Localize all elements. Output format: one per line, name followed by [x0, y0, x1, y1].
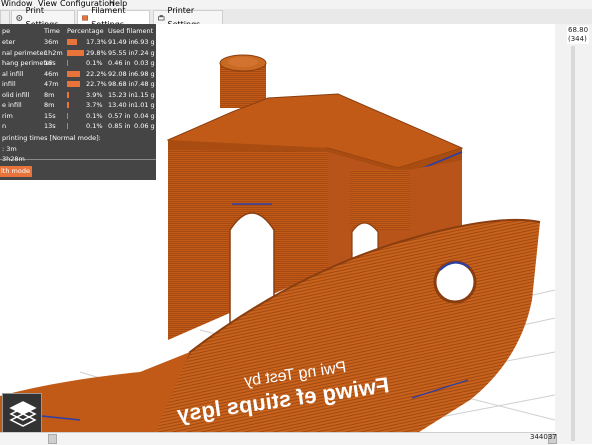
legend-row-length: 0.57 in [108, 111, 131, 120]
legend-row-weight: 0.04 g [134, 111, 155, 120]
legend-row-time: 1h2m [44, 48, 63, 57]
tab-printer-settings[interactable]: Printer Settings [153, 6, 223, 29]
legend-row: al infill 46m 22.2% 92.08 in 6.98 g [0, 69, 156, 79]
legend-row-length: 91.49 in [108, 38, 135, 46]
layer-top-index: (344) [568, 35, 587, 43]
legend-row-time: 47m [44, 80, 59, 88]
layer-slider-track[interactable] [571, 46, 575, 441]
legend-row-weight: 0.06 g [134, 122, 155, 130]
layer-top-value: 68.80 [568, 26, 589, 34]
legend-header-time: Time [44, 27, 60, 35]
move-slider-handle-left[interactable] [48, 434, 57, 444]
legend-row-time: 8m [44, 90, 55, 99]
legend-row-weight: 6.98 g [134, 69, 155, 78]
layer-slider[interactable] [555, 24, 592, 444]
legend-row-length: 0.85 in [108, 122, 131, 130]
legend-row: hang perimeter 16s 0.1% 0.46 in 0.03 g [0, 58, 156, 68]
tab-print-settings[interactable]: Print Settings [11, 6, 75, 29]
legend-row-label: n [2, 122, 7, 130]
menu-bar: Window View Configuration Help [0, 0, 592, 9]
legend-row-length: 95.55 in [108, 48, 135, 57]
first-layer-time: : 3m [2, 145, 17, 153]
legend-row-bar [67, 39, 77, 45]
legend-row-weight: 1.15 g [134, 90, 155, 99]
legend-row-bar [67, 70, 80, 77]
legend-row-label: olid infill [2, 90, 30, 99]
legend-row: olid infill 8m 3.9% 15.23 in 1.15 g [0, 90, 156, 100]
tab-filament-settings[interactable]: Filament Settings [77, 6, 150, 29]
legend-row-weight: 7.24 g [134, 48, 155, 57]
legend-row-time: 15s [44, 111, 56, 120]
legend-row: e infill 8m 3.7% 13.40 in 1.01 g [0, 100, 156, 110]
legend-row-weight: 7.48 g [134, 80, 155, 88]
legend-row-length: 13.40 in [108, 101, 135, 109]
legend-row-bar [67, 49, 84, 56]
gear-icon [16, 14, 23, 21]
legend-row-bar [67, 91, 70, 98]
legend-panel: pe Time Percentage Used filament eter 36m… [0, 24, 156, 180]
legend-row-percent: 3.7% [86, 101, 103, 109]
legend-row: nal perimeter 1h2m 29.8% 95.55 in 7.24 g [0, 48, 156, 58]
legend-row-percent: 17.3% [86, 38, 107, 46]
legend-row-time: 13s [44, 122, 56, 130]
legend-row-time: 46m [44, 69, 59, 78]
legend-header-type: pe [2, 27, 11, 35]
legend-row: rim 15s 0.1% 0.57 in 0.04 g [0, 111, 156, 121]
legend-row: n 13s 0.1% 0.85 in 0.06 g [0, 121, 156, 131]
legend-row-label: infill [2, 80, 16, 88]
legend-row-percent: 29.8% [86, 48, 107, 57]
legend-row-bar [67, 81, 80, 87]
layers-view-button[interactable] [2, 393, 42, 433]
legend-row-length: 98.68 in [108, 80, 135, 88]
legend-row-length: 0.46 in [108, 59, 131, 67]
legend-row-bar [67, 102, 70, 108]
legend-row-label: al infill [2, 69, 24, 78]
legend-row-label: eter [2, 38, 16, 46]
legend-row-time: 16s [44, 59, 56, 67]
legend-row-weight: 6.93 g [134, 38, 155, 46]
legend-row-bar [67, 60, 68, 66]
legend-row-percent: 3.9% [86, 90, 103, 99]
legend-row-percent: 0.1% [86, 59, 103, 67]
legend-header-percentage: Percentage [67, 27, 104, 35]
legend-header-used-filament: Used filament [108, 27, 154, 35]
legend-row-weight: 1.01 g [134, 101, 155, 109]
legend-row: infill 47m 22.7% 98.68 in 7.48 g [0, 79, 156, 89]
legend-row-percent: 0.1% [86, 111, 103, 120]
layer-height-label: 68.80 (344) [567, 26, 590, 44]
stealth-mode-button[interactable]: lth mode [0, 166, 32, 177]
filament-spool-icon [82, 14, 89, 21]
legend-row: eter 36m 17.3% 91.49 in 6.93 g [0, 37, 156, 47]
legend-row-bar [67, 112, 68, 119]
move-slider[interactable] [0, 432, 555, 445]
tab-bar: Print Settings Filament Settings Printer… [0, 6, 592, 29]
legend-row-percent: 0.1% [86, 122, 103, 130]
legend-row-label: rim [2, 111, 13, 120]
legend-row-bar [67, 123, 68, 129]
printer-icon [158, 14, 165, 20]
legend-row-length: 15.23 in [108, 90, 135, 99]
legend-row-time: 36m [44, 38, 59, 46]
move-slider-value: 344037 [530, 433, 557, 441]
legend-row-length: 92.08 in [108, 69, 135, 78]
legend-row-label: e infill [2, 101, 22, 109]
total-time: 3h28m [2, 155, 25, 163]
tab-preview-partial[interactable] [0, 10, 10, 24]
legend-row-weight: 0.03 g [134, 59, 155, 67]
legend-row-percent: 22.7% [86, 80, 107, 88]
printing-times-title: printing times [Normal mode]: [2, 134, 101, 142]
legend-row-percent: 22.2% [86, 69, 107, 78]
layers-icon [9, 401, 37, 427]
legend-row-label: nal perimeter [2, 48, 47, 57]
legend-row-time: 8m [44, 101, 55, 109]
